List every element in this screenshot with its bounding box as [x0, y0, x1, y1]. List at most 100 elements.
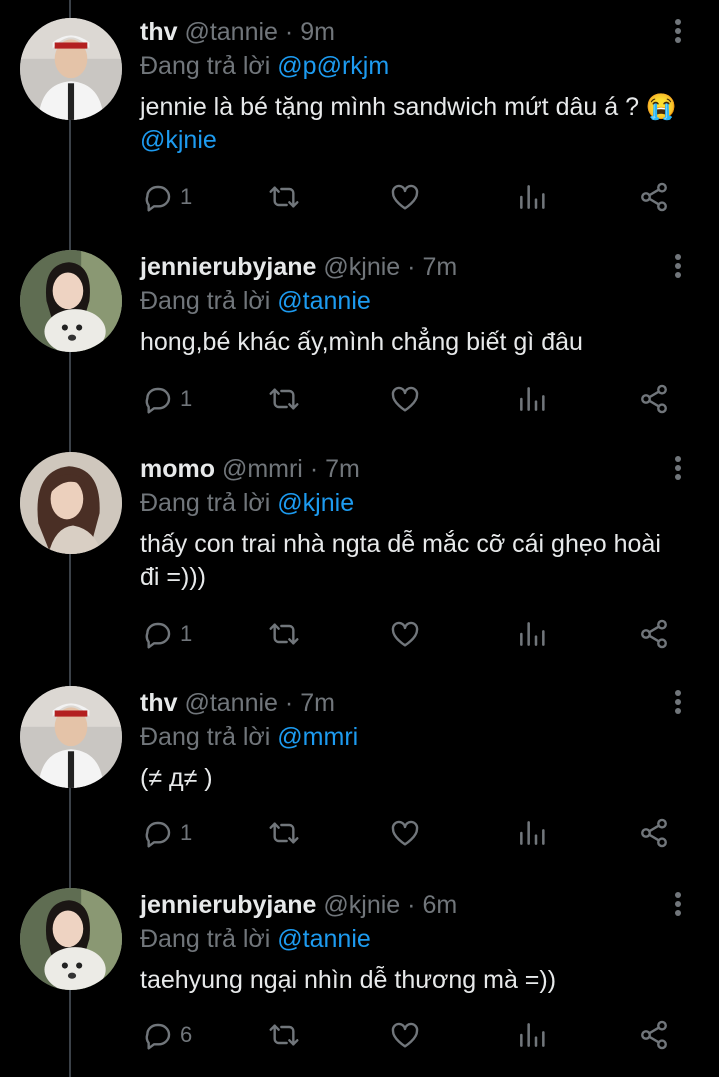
username[interactable]: @kjnie [323, 891, 400, 919]
text-mention-link[interactable]: @kjnie [140, 126, 217, 154]
tweet-text: thấy con trai nhà ngta dễ mắc cỡ cái ghẹ… [140, 528, 680, 594]
reply-count: 1 [180, 184, 193, 209]
replying-to-label: Đang trả lời [140, 723, 271, 751]
replying-to-label: Đang trả lời [140, 287, 271, 315]
timestamp[interactable]: 9m [300, 18, 335, 46]
tweet-actions: 1 [0, 181, 719, 221]
reply-button[interactable]: 6 [142, 1019, 192, 1051]
reply-count: 6 [180, 1022, 193, 1047]
reply-button[interactable]: 1 [142, 181, 192, 213]
username[interactable]: @kjnie [323, 253, 400, 281]
display-name[interactable]: jennierubyjane [140, 891, 316, 919]
tweet-text-content: thấy con trai nhà ngta dễ mắc cỡ cái ghẹ… [140, 530, 661, 591]
retweet-button[interactable] [268, 618, 300, 650]
avatar[interactable] [20, 686, 122, 788]
username[interactable]: @tannie [184, 689, 278, 717]
analytics-button[interactable] [516, 181, 548, 213]
retweet-button[interactable] [268, 383, 300, 415]
reply-icon [145, 622, 171, 649]
replying-to: Đang trả lời @tannie [140, 284, 371, 318]
separator: · [284, 689, 294, 717]
like-button[interactable] [389, 1019, 421, 1051]
reply-icon [145, 185, 171, 212]
timestamp[interactable]: 6m [422, 891, 457, 919]
tweet-header: jennierubyjane @kjnie · 7m [140, 250, 457, 284]
share-icon [641, 619, 667, 649]
replying-to-label: Đang trả lời [140, 52, 271, 80]
analytics-icon [520, 387, 545, 411]
reply-mention-link[interactable]: @p@rkjm [277, 52, 389, 80]
more-icon[interactable] [670, 890, 686, 920]
display-name[interactable]: jennierubyjane [140, 253, 316, 281]
replying-to: Đang trả lời @p@rkjm [140, 49, 389, 83]
tweet-header: jennierubyjane @kjnie · 6m [140, 888, 457, 922]
analytics-icon [520, 1023, 545, 1047]
display-name[interactable]: thv [140, 689, 178, 717]
more-icon[interactable] [670, 17, 686, 47]
share-button[interactable] [638, 383, 670, 415]
analytics-button[interactable] [516, 817, 548, 849]
analytics-icon [520, 821, 545, 845]
separator: · [407, 253, 416, 281]
tweet-actions: 1 [0, 817, 719, 857]
analytics-button[interactable] [516, 383, 548, 415]
more-icon[interactable] [670, 688, 686, 718]
analytics-button[interactable] [516, 618, 548, 650]
share-button[interactable] [638, 618, 670, 650]
tweet-text: taehyung ngại nhìn dễ thương mà =)) [140, 964, 680, 997]
analytics-icon [520, 185, 545, 209]
reply-mention-link[interactable]: @mmri [277, 723, 358, 751]
like-icon [391, 621, 419, 647]
share-button[interactable] [638, 1019, 670, 1051]
tweet-text-content: jennie là bé tặng mình sandwich mứt dâu … [140, 93, 678, 121]
analytics-button[interactable] [516, 1019, 548, 1051]
more-icon[interactable] [670, 454, 686, 484]
reply-mention-link[interactable]: @tannie [277, 925, 371, 953]
like-button[interactable] [389, 618, 421, 650]
retweet-icon [269, 388, 299, 410]
display-name[interactable]: thv [140, 18, 178, 46]
separator: · [284, 18, 294, 46]
avatar[interactable] [20, 18, 122, 120]
replying-to: Đang trả lời @mmri [140, 720, 358, 754]
tweet-text: jennie là bé tặng mình sandwich mứt dâu … [140, 91, 680, 157]
avatar[interactable] [20, 250, 122, 352]
display-name[interactable]: momo [140, 455, 215, 483]
timestamp[interactable]: 7m [325, 455, 360, 483]
like-button[interactable] [389, 817, 421, 849]
share-button[interactable] [638, 817, 670, 849]
retweet-icon [269, 623, 299, 645]
reply-button[interactable]: 1 [142, 618, 192, 650]
share-icon [641, 1020, 667, 1050]
like-button[interactable] [389, 181, 421, 213]
share-button[interactable] [638, 181, 670, 213]
more-icon[interactable] [670, 252, 686, 282]
retweet-button[interactable] [268, 1019, 300, 1051]
avatar[interactable] [20, 888, 122, 990]
retweet-icon [269, 1024, 299, 1046]
timestamp[interactable]: 7m [422, 253, 457, 281]
separator: · [309, 455, 319, 483]
username[interactable]: @mmri [222, 455, 303, 483]
avatar[interactable] [20, 452, 122, 554]
retweet-button[interactable] [268, 181, 300, 213]
tweet-header: thv @tannie · 7m [140, 686, 335, 720]
reply-count: 1 [180, 386, 193, 411]
reply-button[interactable]: 1 [142, 383, 192, 415]
replying-to-label: Đang trả lời [140, 489, 271, 517]
tweet-actions: 1 [0, 383, 719, 423]
username[interactable]: @tannie [184, 18, 278, 46]
reply-mention-link[interactable]: @kjnie [277, 489, 354, 517]
separator: · [407, 891, 416, 919]
share-icon [641, 182, 667, 212]
reply-button[interactable]: 1 [142, 817, 192, 849]
like-icon [391, 184, 419, 210]
reply-icon [145, 821, 171, 848]
tweet-header: thv @tannie · 9m [140, 15, 335, 49]
retweet-button[interactable] [268, 817, 300, 849]
timestamp[interactable]: 7m [300, 689, 335, 717]
reply-count: 1 [180, 621, 193, 646]
like-button[interactable] [389, 383, 421, 415]
reply-mention-link[interactable]: @tannie [277, 287, 371, 315]
reply-count: 1 [180, 820, 193, 845]
